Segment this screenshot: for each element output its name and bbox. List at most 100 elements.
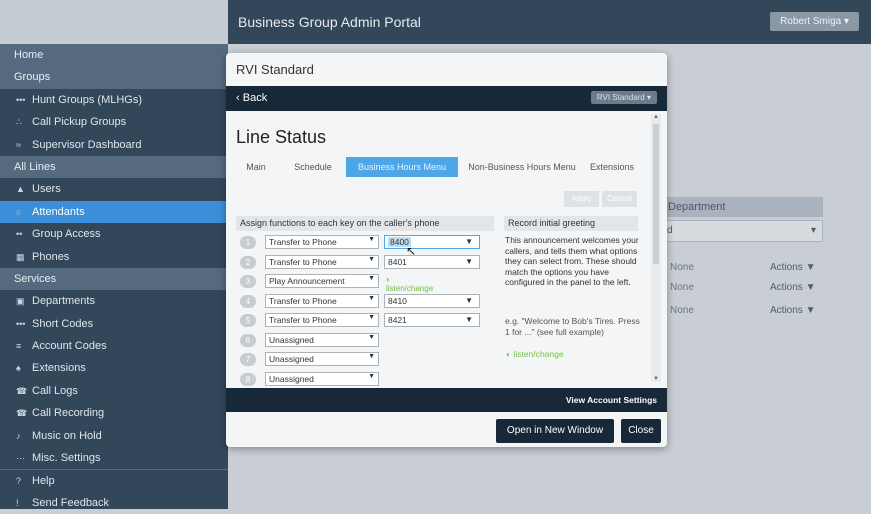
modal-nav-bar: ‹ Back RVI Standard ▾ (226, 86, 667, 111)
sidebar-item-group-access[interactable]: •• Group Access (0, 223, 228, 245)
sidebar-item-attendants[interactable]: ○ Attendants (0, 200, 228, 224)
scroll-down-icon[interactable]: ▼ (653, 376, 659, 382)
chevron-down-icon: ▼ (368, 236, 375, 243)
sidebar-item-label: Music on Hold (32, 429, 102, 442)
sidebar-item-supervisor-dashboard[interactable]: ≈ Supervisor Dashboard (0, 134, 228, 156)
key-function-select[interactable]: Unassigned ▼ (265, 332, 379, 347)
sidebar-item-users[interactable]: ▲ Users (0, 178, 228, 200)
tab-schedule[interactable]: Schedule (280, 157, 346, 177)
modal-title: RVI Standard (236, 62, 314, 77)
key-function-select[interactable]: Transfer to Phone ▼ (265, 313, 379, 327)
sidebar-item-label: Call Logs (32, 384, 78, 397)
key-number-badge: 1 (240, 236, 256, 249)
sidebar-item-label: Send Feedback (32, 496, 110, 509)
sidebar-item-call-logs[interactable]: ☎ Call Logs (0, 380, 228, 402)
actions-menu[interactable]: Actions ▼ (770, 282, 815, 293)
sidebar-item-departments[interactable]: ▣ Departments (0, 290, 228, 312)
key-function-select[interactable]: Unassigned ▼ (265, 352, 379, 366)
close-button[interactable]: Close (621, 419, 661, 443)
sidebar-icon: ≈ (16, 139, 21, 150)
key-function-select[interactable]: Transfer to Phone ▼ (265, 235, 379, 249)
transfer-target-value: 8401 (388, 256, 407, 267)
key-number-badge: 6 (240, 333, 256, 347)
attendant-modal: RVI Standard ‹ Back RVI Standard ▾ Line … (226, 53, 667, 447)
sidebar-icon: ••• (16, 318, 26, 329)
open-new-window-button[interactable]: Open in New Window (496, 419, 614, 443)
sidebar-item-home[interactable]: Home (0, 44, 228, 67)
modal-scrollbar[interactable]: ▲ ▼ (651, 114, 661, 382)
sidebar-item-short-codes[interactable]: ••• Short Codes (0, 313, 228, 335)
sidebar-item-extensions[interactable]: ♠ Extensions (0, 357, 228, 379)
sidebar-item-groups[interactable]: Groups (0, 66, 228, 89)
listen-change-label: listen/change (386, 284, 434, 293)
listen-change-link[interactable]: ◐ listen/change (386, 275, 433, 293)
sidebar-item-label: Misc. Settings (32, 452, 101, 465)
chevron-down-icon: ▼ (368, 314, 375, 321)
sidebar-item-call-pickup-groups[interactable]: ∴ Call Pickup Groups (0, 111, 228, 133)
back-button[interactable]: ‹ Back (236, 92, 267, 104)
greeting-listen-link[interactable]: ◐ listen/change (506, 349, 564, 359)
scroll-up-icon[interactable]: ▲ (653, 114, 659, 120)
sidebar-item-all-lines[interactable]: All Lines (0, 155, 228, 179)
sidebar-item-account-codes[interactable]: ≡ Account Codes (0, 335, 228, 357)
sidebar-item-call-recording[interactable]: ☎ Call Recording (0, 402, 228, 424)
user-menu-button[interactable]: Robert Smiga ▾ (770, 12, 859, 31)
sidebar-item-services[interactable]: Services (0, 267, 228, 291)
mouse-cursor-icon: ↖ (406, 244, 417, 258)
actions-menu[interactable]: Actions ▼ (770, 305, 815, 316)
modal-footer-bar: View Account Settings (226, 388, 667, 412)
greeting-example: e.g. "Welcome to Bob's Tires. Press 1 fo… (505, 316, 640, 337)
tab-business-hours-menu[interactable]: Business Hours Menu (346, 157, 458, 177)
key-function-value: Transfer to Phone (269, 315, 337, 325)
sidebar-icon: ▲ (16, 184, 25, 195)
chevron-down-icon: ▼ (465, 256, 473, 266)
transfer-target-select[interactable]: 8401 ▼ (384, 254, 480, 269)
sidebar-item-music-on-hold[interactable]: ♪ Music on Hold (0, 425, 228, 447)
sidebar-item-label: Supervisor Dashboard (32, 138, 142, 151)
key-function-select[interactable]: Unassigned ▼ (265, 371, 379, 386)
department-value: None (670, 305, 694, 316)
cancel-button[interactable]: Cancel (602, 191, 637, 207)
apply-button[interactable]: Apply (564, 191, 599, 207)
key-function-select[interactable]: Play Announcement ▼ (265, 274, 379, 288)
sidebar-item-misc-settings[interactable]: ··· Misc. Settings (0, 447, 228, 469)
department-value: None (670, 262, 694, 273)
sidebar-item-label: Groups (14, 71, 51, 84)
transfer-target-value: 8410 (388, 295, 407, 306)
assign-keys-header: Assign functions to each key on the call… (236, 216, 494, 231)
view-account-settings-link[interactable]: View Account Settings (566, 395, 657, 405)
department-filter-select[interactable]: d ▾ (660, 220, 823, 242)
attendant-selector[interactable]: RVI Standard ▾ (590, 91, 657, 104)
department-filter-value: d (667, 225, 673, 236)
tab-non-business-hours-menu[interactable]: Non-Business Hours Menu (460, 157, 584, 177)
sidebar-item-label: Help (32, 475, 55, 488)
transfer-target-value: 8421 (388, 315, 407, 325)
tab-extensions[interactable]: Extensions (586, 157, 638, 177)
sidebar-icon: ··· (16, 453, 25, 464)
sidebar-item-send-feedback[interactable]: ! Send Feedback (0, 492, 228, 514)
transfer-target-select[interactable]: 8400 ▼ (384, 235, 480, 249)
sidebar-item-help[interactable]: ? Help (0, 469, 228, 491)
sidebar-icon: •• (16, 229, 23, 240)
sidebar-item-label: Account Codes (32, 340, 107, 353)
sidebar-item-label: Departments (32, 295, 95, 308)
transfer-target-select[interactable]: 8410 ▼ (384, 293, 480, 308)
sidebar-item-label: Home (14, 49, 44, 61)
chevron-down-icon: ▼ (368, 353, 375, 360)
key-function-value: Transfer to Phone (269, 256, 337, 267)
key-function-value: Play Announcement (269, 276, 345, 286)
key-function-select[interactable]: Transfer to Phone ▼ (265, 254, 379, 269)
greeting-description: This announcement welcomes your callers,… (505, 235, 639, 287)
sidebar-item-hunt-groups-mlhgs[interactable]: ••• Hunt Groups (MLHGs) (0, 89, 228, 111)
logo-area (0, 0, 228, 44)
portal-title: Business Group Admin Portal (238, 14, 421, 30)
tab-main[interactable]: Main (236, 157, 276, 177)
sidebar-item-phones[interactable]: ▦ Phones (0, 246, 228, 268)
chevron-down-icon: ▼ (368, 255, 375, 263)
sidebar-item-label: Hunt Groups (MLHGs) (32, 93, 143, 106)
scrollbar-thumb[interactable] (653, 124, 659, 264)
sidebar-icon: ☎ (16, 408, 28, 419)
key-function-select[interactable]: Transfer to Phone ▼ (265, 293, 379, 308)
transfer-target-select[interactable]: 8421 ▼ (384, 313, 480, 327)
actions-menu[interactable]: Actions ▼ (770, 262, 815, 273)
